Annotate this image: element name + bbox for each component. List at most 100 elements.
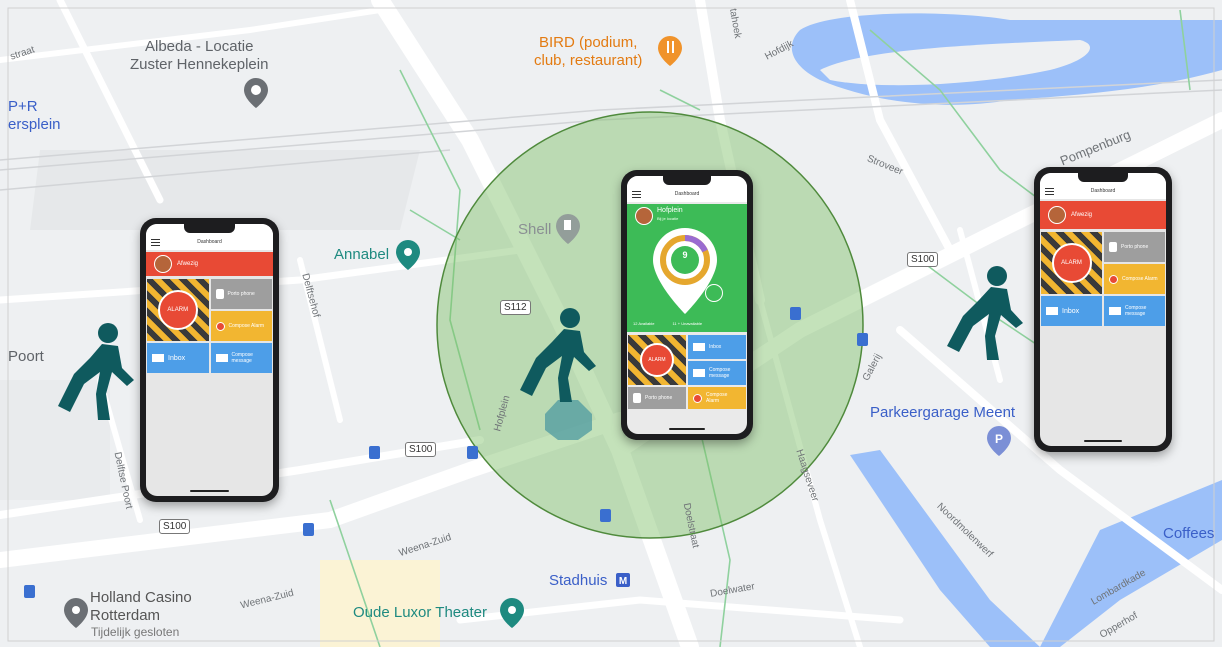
dashboard-header: Dashboard <box>1040 184 1166 199</box>
bus-stop-icon <box>24 585 35 598</box>
bird-label[interactable]: BIRD (podium, club, restaurant) <box>534 34 642 70</box>
stat-unavailable: 11 + Unavailable <box>672 321 703 326</box>
compose-alarm-tile[interactable]: Compose Alarm <box>1104 264 1165 294</box>
compose-alarm-label: Compose Alarm <box>228 323 265 329</box>
menu-icon[interactable] <box>632 191 641 198</box>
home-indicator <box>190 490 229 492</box>
compose-message-label: Compose message <box>1125 305 1147 317</box>
alarm-button[interactable]: ALARM <box>640 343 674 377</box>
svg-text:M: M <box>619 576 627 587</box>
porto-phone-label: Porto phone <box>1121 244 1149 250</box>
parkeergarage-label[interactable]: Parkeergarage Meent <box>870 404 1015 421</box>
bus-stop-icon <box>857 333 868 346</box>
holland-casino-label[interactable]: Holland Casino Rotterdam <box>90 589 192 625</box>
status-label: Afwezig <box>177 261 199 267</box>
compose-message-label: Compose message <box>231 352 253 364</box>
inbox-label: Inbox <box>1062 307 1080 315</box>
stats-row: 12 Available 11 + Unavailable <box>633 321 702 326</box>
dashboard-header: Dashboard <box>146 235 273 250</box>
porto-phone-tile[interactable]: Porto phone <box>1104 232 1165 262</box>
phone-center-screen: Dashboard Hofplein Bij je locatie 9 12 A… <box>627 176 747 434</box>
dashboard-grid: ALARM Porto phone Compose Alarm Inbox Co… <box>1040 232 1166 326</box>
phone-notch <box>1077 173 1129 182</box>
compose-envelope-icon <box>693 369 705 377</box>
status-row[interactable]: Afwezig <box>146 252 273 276</box>
compose-message-label: Compose message <box>709 367 731 379</box>
envelope-icon <box>1046 307 1058 315</box>
phone-center: Dashboard Hofplein Bij je locatie 9 12 A… <box>621 170 753 440</box>
call-icon[interactable] <box>705 284 723 302</box>
road-shield: S100 <box>405 442 437 457</box>
compose-envelope-icon <box>215 354 228 362</box>
phone-notch <box>663 176 711 185</box>
bus-stop-icon <box>369 446 380 459</box>
alarm-tile[interactable]: ALARM <box>147 279 209 341</box>
compose-envelope-icon <box>1109 307 1121 315</box>
inbox-label: Inbox <box>709 344 722 350</box>
compose-alarm-label: Compose Alarm <box>706 392 728 404</box>
phone-icon <box>633 393 641 403</box>
poort-label: Poort <box>8 348 44 365</box>
porto-phone-tile[interactable]: Porto phone <box>628 387 686 409</box>
home-indicator <box>669 428 705 430</box>
envelope-icon <box>152 354 164 362</box>
shell-label[interactable]: Shell <box>518 221 551 238</box>
inbox-tile[interactable]: Inbox <box>688 335 746 359</box>
pr-label-cont[interactable]: ersplein <box>8 116 61 133</box>
avatar <box>1048 206 1066 224</box>
alarm-tile[interactable]: ALARM <box>628 335 686 385</box>
porto-phone-tile[interactable]: Porto phone <box>210 279 272 309</box>
avatar <box>154 255 172 273</box>
dashboard-title: Dashboard <box>197 239 222 245</box>
menu-icon[interactable] <box>151 239 160 246</box>
coffees-label[interactable]: Coffees <box>1163 525 1214 542</box>
porto-phone-label: Porto phone <box>645 395 673 401</box>
annabel-label[interactable]: Annabel <box>334 246 389 263</box>
alarm-tile[interactable]: ALARM <box>1041 232 1102 294</box>
status-row[interactable]: Afwezig <box>1040 201 1166 229</box>
dashboard-grid: ALARM Inbox Compose message Porto phone … <box>627 335 747 409</box>
bus-stop-icon <box>303 523 314 536</box>
alert-icon <box>693 393 702 403</box>
dashboard-title: Dashboard <box>674 191 700 197</box>
albeda-label[interactable]: Albeda - Locatie Zuster Hennekeplein <box>130 38 268 74</box>
stat-available: 12 Available <box>633 321 655 326</box>
inbox-tile[interactable]: Inbox <box>147 343 209 373</box>
inbox-tile[interactable]: Inbox <box>1041 296 1102 326</box>
home-indicator <box>1084 440 1122 442</box>
road-shield: S100 <box>159 519 191 534</box>
inbox-label: Inbox <box>168 354 186 362</box>
dashboard-grid: ALARM Porto phone Compose Alarm Inbox Co… <box>146 279 273 373</box>
alarm-button[interactable]: ALARM <box>1051 243 1092 283</box>
avatar <box>635 207 653 225</box>
status-label: Afwezig <box>1071 212 1093 218</box>
map-stage: P M Albeda - Locatie Zuster Hennekeplein… <box>0 0 1222 647</box>
alarm-button[interactable]: ALARM <box>157 290 198 330</box>
location-name: Hofplein <box>657 207 683 214</box>
pr-label[interactable]: P+R <box>8 98 38 115</box>
phone-left: Dashboard Afwezig ALARM Porto phone Comp… <box>140 218 279 502</box>
phone-icon <box>215 289 224 299</box>
phone-left-screen: Dashboard Afwezig ALARM Porto phone Comp… <box>146 224 273 496</box>
bus-stop-icon <box>467 446 478 459</box>
porto-phone-label: Porto phone <box>227 291 255 297</box>
phone-icon <box>1109 242 1117 252</box>
location-panel[interactable]: Hofplein Bij je locatie 9 12 Available 1… <box>627 204 747 332</box>
svg-text:P: P <box>995 432 1003 446</box>
phone-right-screen: Dashboard Afwezig ALARM Porto phone Comp… <box>1040 173 1166 446</box>
compose-alarm-label: Compose Alarm <box>1122 276 1158 282</box>
envelope-icon <box>693 343 705 351</box>
dashboard-title: Dashboard <box>1090 188 1116 194</box>
bus-stop-icon <box>600 509 611 522</box>
compose-message-tile[interactable]: Compose message <box>1104 296 1165 326</box>
compose-alarm-tile[interactable]: Compose Alarm <box>688 387 746 409</box>
compose-message-tile[interactable]: Compose message <box>688 361 746 385</box>
alert-icon <box>215 321 225 331</box>
menu-icon[interactable] <box>1045 188 1054 195</box>
stadhuis-label[interactable]: Stadhuis <box>549 572 607 589</box>
road-shield: S100 <box>907 252 939 267</box>
compose-alarm-tile[interactable]: Compose Alarm <box>210 311 272 341</box>
compose-message-tile[interactable]: Compose message <box>210 343 272 373</box>
oude-luxor-label[interactable]: Oude Luxor Theater <box>353 604 487 621</box>
holland-casino-status: Tijdelijk gesloten <box>91 625 180 639</box>
